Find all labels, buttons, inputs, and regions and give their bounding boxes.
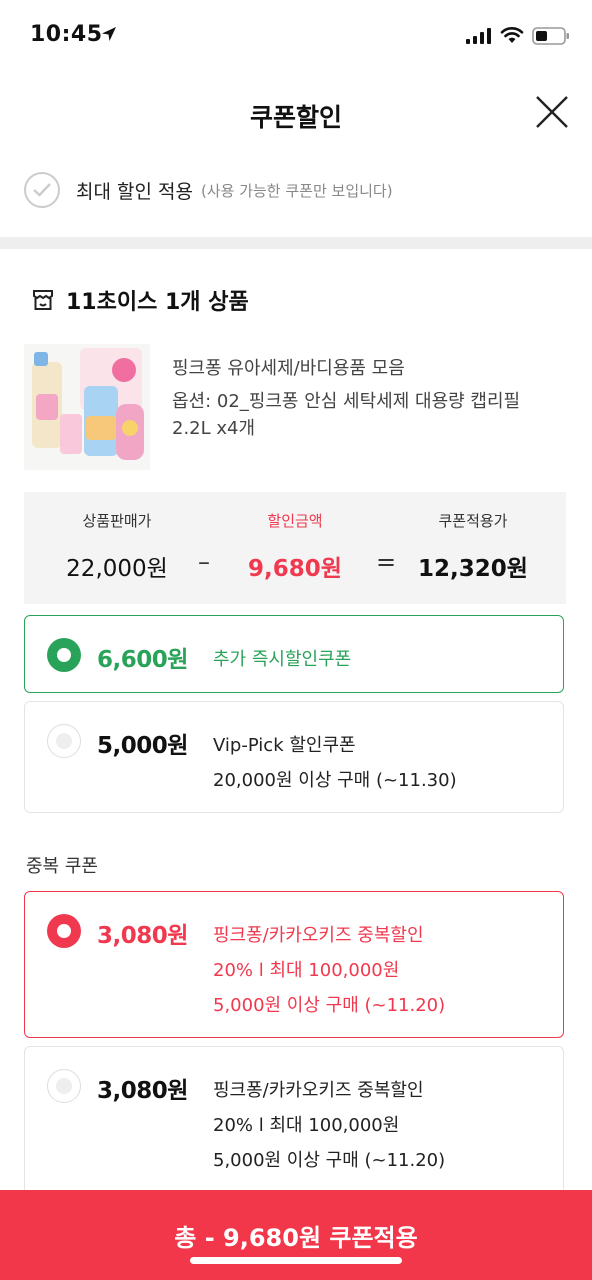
coupon-amount: 3,080원 (97, 923, 188, 949)
product-option-line1: 옵션: 02_핑크퐁 안심 세탁세제 대용량 캡리필 (172, 391, 521, 412)
close-icon[interactable] (532, 92, 572, 132)
header: 쿠폰할인 (0, 70, 592, 160)
status-time: 10:45 (30, 22, 103, 47)
coupon-desc-line2: 20% l 최대 100,000원 (213, 1115, 400, 1136)
home-indicator (190, 1257, 402, 1264)
duplicate-coupon-option[interactable]: 3,080원 핑크퐁/카카오키즈 중복할인 20% l 최대 100,000원 … (24, 891, 564, 1038)
coupon-desc-line3: 5,000원 이상 구매 (~11.20) (213, 995, 446, 1016)
duplicate-coupon-label: 중복 쿠폰 (26, 856, 98, 877)
coupon-desc-line1: Vip-Pick 할인쿠폰 (213, 735, 356, 756)
discount-col: 할인금액 9,680원 (232, 510, 358, 583)
max-discount-label: 최대 할인 적용 (76, 180, 193, 203)
coupon-desc-line2: 20% l 최대 100,000원 (213, 960, 400, 981)
duplicate-coupon-option[interactable]: 3,080원 핑크퐁/카카오키즈 중복할인 20% l 최대 100,000원 … (24, 1046, 564, 1196)
store-icon (33, 290, 53, 310)
coupon-desc: Vip-Pick 할인쿠폰 20,000원 이상 구매 (~11.30) (213, 728, 457, 798)
sale-price-value: 22,000원 (66, 556, 168, 582)
wifi-icon (500, 27, 524, 43)
discount-label: 할인금액 (267, 512, 323, 530)
sale-price-label: 상품판매가 (82, 512, 152, 530)
equals-sign: = (376, 548, 397, 576)
price-summary: 상품판매가 22,000원 할인금액 9,680원 쿠폰적용가 12,320원 (24, 492, 566, 604)
minus-sign: – (198, 548, 210, 576)
max-discount-toggle[interactable]: 최대 할인 적용 (사용 가능한 쿠폰만 보입니다) (24, 168, 393, 212)
final-price-col: 쿠폰적용가 12,320원 (410, 510, 536, 583)
coupon-desc-line3: 5,000원 이상 구매 (~11.20) (213, 1150, 446, 1171)
radio-selected-icon[interactable] (47, 638, 81, 672)
radio-unselected-icon[interactable] (47, 1069, 81, 1103)
section-title: 11초이스 1개 상품 (32, 284, 249, 316)
coupon-desc-line1: 핑크퐁/카카오키즈 중복할인 (213, 1080, 424, 1101)
product-name: 핑크퐁 유아세제/바디용품 모음 (172, 358, 405, 379)
discount-value: 9,680원 (248, 556, 342, 582)
coupon-desc-line2: 20,000원 이상 구매 (~11.30) (213, 770, 457, 791)
product-item: 핑크퐁 유아세제/바디용품 모음 옵션: 02_핑크퐁 안심 세탁세제 대용량 … (24, 344, 584, 474)
section-title-text: 11초이스 1개 상품 (66, 290, 249, 315)
sale-price-col: 상품판매가 22,000원 (54, 510, 180, 583)
product-option-line2: 2.2L x4개 (172, 418, 256, 439)
final-price-value: 12,320원 (418, 556, 528, 582)
product-option: 옵션: 02_핑크퐁 안심 세탁세제 대용량 캡리필 2.2L x4개 (172, 388, 552, 442)
check-icon[interactable] (24, 172, 60, 208)
coupon-amount: 6,600원 (97, 647, 188, 673)
battery-icon (532, 27, 569, 45)
coupon-desc: 핑크퐁/카카오키즈 중복할인 20% l 최대 100,000원 5,000원 … (213, 1073, 445, 1178)
status-bar: 10:45 (0, 0, 592, 70)
final-price-label: 쿠폰적용가 (438, 512, 508, 530)
apply-coupon-label: 총 - 9,680원 쿠폰적용 (174, 1224, 418, 1252)
radio-selected-icon[interactable] (47, 914, 81, 948)
apply-coupon-button[interactable]: 총 - 9,680원 쿠폰적용 (0, 1190, 592, 1280)
max-discount-sub: (사용 가능한 쿠폰만 보입니다) (200, 181, 393, 200)
coupon-option[interactable]: 5,000원 Vip-Pick 할인쿠폰 20,000원 이상 구매 (~11.… (24, 701, 564, 813)
coupon-desc: 핑크퐁/카카오키즈 중복할인 20% l 최대 100,000원 5,000원 … (213, 918, 445, 1023)
coupon-desc-line1: 핑크퐁/카카오키즈 중복할인 (213, 925, 424, 946)
section-divider (0, 237, 592, 249)
product-image (24, 344, 150, 470)
radio-unselected-icon[interactable] (47, 724, 81, 758)
coupon-desc: 추가 즉시할인쿠폰 (213, 649, 352, 670)
coupon-amount: 5,000원 (97, 733, 188, 759)
coupon-option[interactable]: 6,600원 추가 즉시할인쿠폰 (24, 615, 564, 693)
coupon-amount: 3,080원 (97, 1078, 188, 1104)
cellular-signal-icon (466, 28, 491, 44)
page-title: 쿠폰할인 (249, 103, 342, 132)
location-arrow-icon (102, 27, 116, 41)
